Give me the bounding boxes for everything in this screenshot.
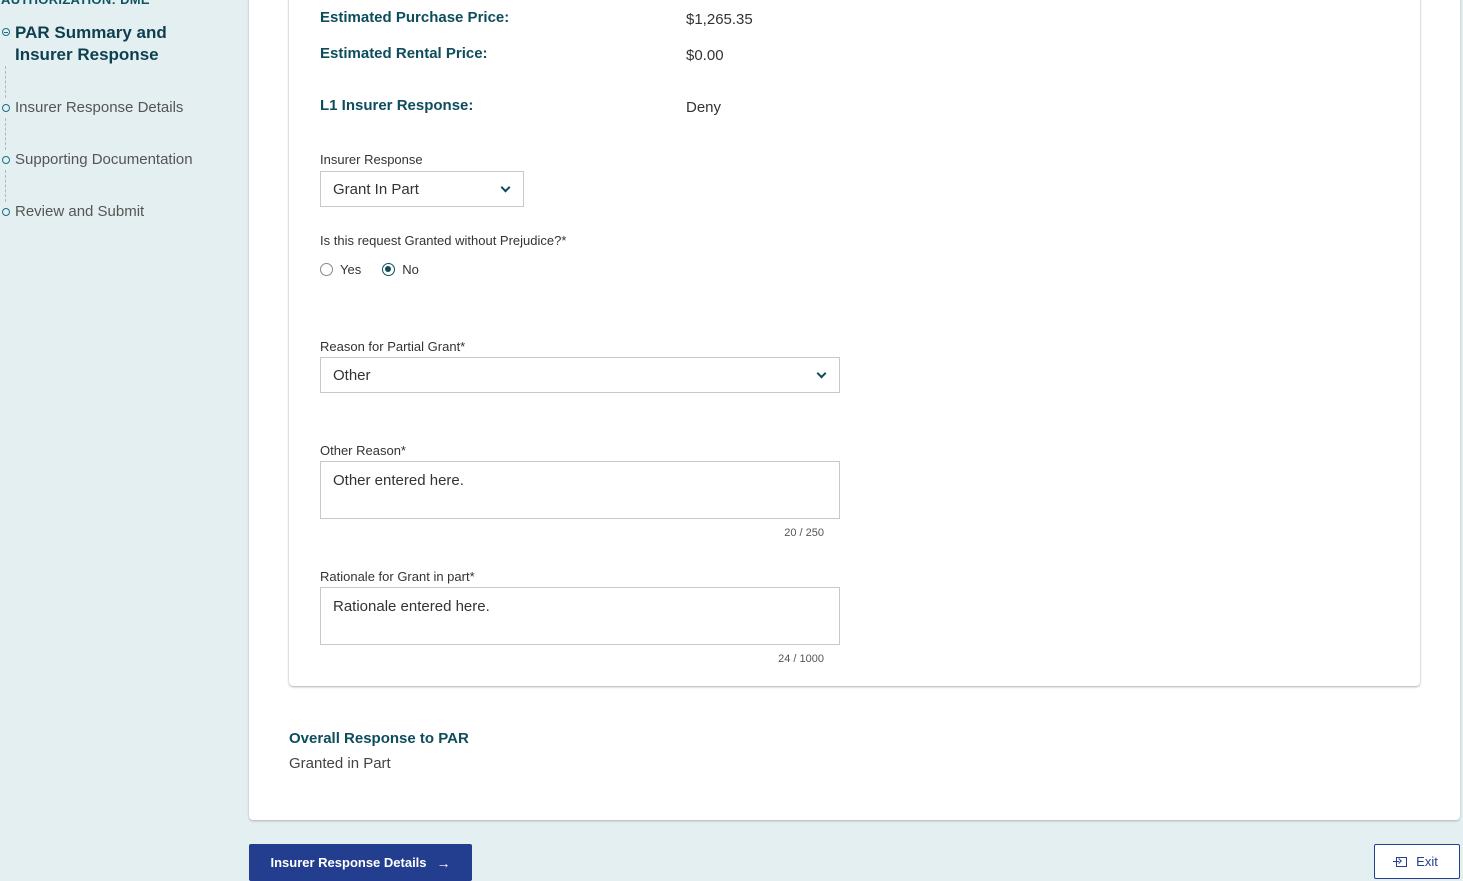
next-button-label: Insurer Response Details	[270, 855, 427, 870]
chevron-down-icon	[500, 182, 511, 192]
insurer-response-label: Insurer Response	[320, 152, 423, 167]
sidebar-step-par-summary[interactable]: PAR Summary and Insurer Response	[2, 22, 242, 66]
radio-no-label: No	[402, 262, 419, 277]
step-active-icon	[2, 28, 10, 36]
insurer-response-card: Estimated Purchase Price: $1,265.35 Esti…	[289, 0, 1420, 686]
chevron-down-icon	[816, 368, 827, 378]
sidebar-step-review-and-submit[interactable]: Review and Submit	[2, 202, 144, 222]
next-insurer-response-details-button[interactable]: Insurer Response Details →	[249, 844, 472, 881]
radio-yes-label: Yes	[340, 262, 362, 277]
main-panel: Estimated Purchase Price: $1,265.35 Esti…	[249, 0, 1460, 820]
sidebar-section-label: AUTHORIZATION: DME	[1, 0, 150, 7]
radio-unchecked-icon	[320, 263, 333, 276]
exit-button-label: Exit	[1416, 854, 1438, 869]
other-reason-label: Other Reason*	[320, 443, 406, 458]
overall-response-value: Granted in Part	[289, 755, 391, 772]
step-pending-icon	[2, 208, 10, 216]
sidebar-step-label: Supporting Documentation	[15, 151, 193, 168]
rationale-char-counter: 24 / 1000	[778, 653, 824, 665]
sidebar-step-supporting-documentation[interactable]: Supporting Documentation	[2, 150, 193, 170]
radio-checked-icon	[382, 263, 396, 276]
l1-response-label: L1 Insurer Response:	[320, 97, 474, 114]
step-connector	[5, 170, 6, 202]
partial-grant-reason-value: Other	[333, 366, 371, 384]
other-reason-textarea[interactable]: Other entered here.	[320, 461, 840, 519]
sidebar: AUTHORIZATION: DME PAR Summary and Insur…	[0, 0, 249, 881]
step-connector	[5, 118, 6, 150]
rationale-label: Rationale for Grant in part*	[320, 569, 475, 584]
partial-grant-reason-select[interactable]: Other	[320, 357, 840, 393]
rental-price-label: Estimated Rental Price:	[320, 45, 488, 62]
step-pending-icon	[2, 104, 10, 112]
sidebar-step-label: Insurer Response Details	[15, 99, 184, 116]
other-reason-char-counter: 20 / 250	[784, 527, 824, 539]
insurer-response-select[interactable]: Grant In Part	[320, 171, 524, 207]
rental-price-value: $0.00	[686, 47, 724, 64]
without-prejudice-radio-group: Yes No	[320, 262, 440, 277]
purchase-price-value: $1,265.35	[686, 11, 753, 28]
radio-no[interactable]: No	[382, 262, 419, 277]
radio-yes[interactable]: Yes	[320, 262, 361, 277]
step-connector	[5, 66, 6, 98]
exit-icon	[1393, 856, 1408, 867]
arrow-right-icon: →	[436, 854, 451, 871]
l1-response-value: Deny	[686, 99, 722, 116]
sidebar-step-insurer-response-details[interactable]: Insurer Response Details	[2, 98, 183, 118]
without-prejudice-label: Is this request Granted without Prejudic…	[320, 233, 567, 248]
insurer-response-value: Grant In Part	[333, 180, 419, 198]
overall-response-title: Overall Response to PAR	[289, 730, 469, 747]
rationale-textarea[interactable]: Rationale entered here.	[320, 587, 840, 645]
partial-grant-reason-label: Reason for Partial Grant*	[320, 339, 466, 354]
step-pending-icon	[2, 156, 10, 164]
exit-button[interactable]: Exit	[1374, 844, 1460, 879]
purchase-price-label: Estimated Purchase Price:	[320, 9, 510, 26]
sidebar-step-label: PAR Summary and Insurer Response	[15, 23, 167, 64]
sidebar-step-label: Review and Submit	[15, 203, 145, 220]
